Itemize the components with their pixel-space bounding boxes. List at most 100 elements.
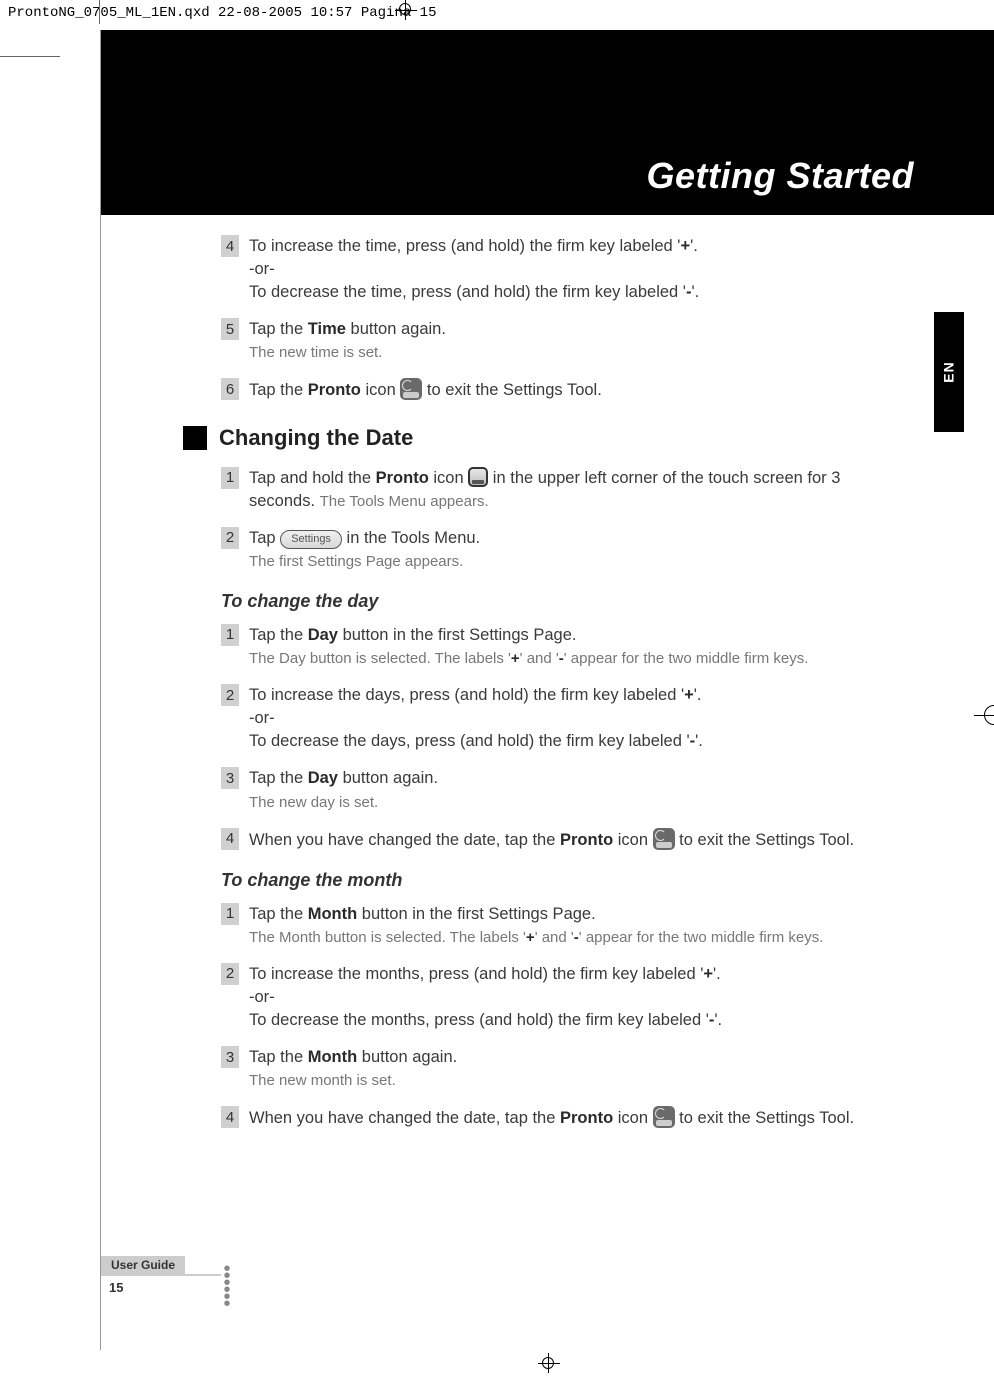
text: '.	[714, 1011, 722, 1029]
text: button in the first Settings Page.	[357, 905, 595, 923]
step-body: Tap and hold the Pronto icon in the uppe…	[249, 467, 904, 513]
text: Pronto	[376, 469, 429, 487]
text: To increase the months, press (and hold)…	[249, 965, 703, 983]
text: Tap the	[249, 320, 308, 338]
step-number: 4	[221, 828, 239, 850]
text: ' appear for the two middle firm keys.	[564, 650, 809, 667]
text: +	[511, 650, 520, 667]
text: '.	[694, 686, 702, 704]
text: The Day button is selected. The labels '	[249, 650, 511, 667]
step-number: 4	[221, 1106, 239, 1128]
text: to exit the Settings Tool.	[675, 831, 854, 849]
text: To decrease the months, press (and hold)…	[249, 1011, 709, 1029]
step-body: To increase the days, press (and hold) t…	[249, 684, 703, 753]
text: Tap the	[249, 381, 308, 399]
text: '.	[691, 283, 699, 301]
step: 4 When you have changed the date, tap th…	[221, 828, 904, 852]
step: 3 Tap the Day button again. The new day …	[221, 767, 904, 813]
page-number: 15	[109, 1280, 123, 1308]
subsection-heading: To change the day	[221, 591, 904, 612]
text: The new day is set.	[249, 794, 378, 811]
step-body: Tap the Pronto icon to exit the Settings…	[249, 378, 602, 402]
text: to exit the Settings Tool.	[422, 381, 601, 399]
text: ' and '	[520, 650, 559, 667]
subsection-heading: To change the month	[221, 870, 904, 891]
step-number: 5	[221, 318, 239, 340]
step-number: 2	[221, 527, 239, 549]
text: To decrease the time, press (and hold) t…	[249, 283, 686, 301]
crop-mark	[99, 0, 100, 24]
text: icon	[613, 831, 652, 849]
text: Tap the	[249, 769, 308, 787]
text: The Tools Menu appears.	[320, 493, 489, 510]
text: Day	[308, 769, 338, 787]
text: +	[526, 929, 535, 946]
step-body: Tap the Time button again. The new time …	[249, 318, 446, 364]
text: icon	[361, 381, 400, 399]
text: -or-	[249, 260, 275, 278]
language-tab-label: EN	[941, 361, 957, 382]
language-tab: EN	[934, 312, 964, 432]
step-number: 6	[221, 378, 239, 400]
step-number: 3	[221, 1046, 239, 1068]
step-body: Tap the Day button again. The new day is…	[249, 767, 438, 813]
text: Month	[308, 1048, 357, 1066]
step-body: Tap the Day button in the first Settings…	[249, 624, 808, 670]
text: '.	[713, 965, 721, 983]
step-body: To increase the time, press (and hold) t…	[249, 235, 699, 304]
text: Tap the	[249, 626, 308, 644]
step-body: Tap Settings in the Tools Menu. The firs…	[249, 527, 480, 573]
file-header-strip: ProntoNG_0705_ML_1EN.qxd 22-08-2005 10:5…	[0, 0, 994, 32]
text: Month	[308, 905, 357, 923]
text: '.	[690, 237, 698, 255]
step-number: 2	[221, 963, 239, 985]
text: When you have changed the date, tap the	[249, 1109, 560, 1127]
text: -or-	[249, 988, 275, 1006]
page-body: Getting Started EN 4 To increase the tim…	[100, 30, 994, 1378]
text: Tap the	[249, 905, 308, 923]
text: The new month is set.	[249, 1072, 396, 1089]
pronto-icon	[653, 828, 675, 850]
text: To increase the time, press (and hold) t…	[249, 237, 680, 255]
step: 1 Tap the Month button in the first Sett…	[221, 903, 904, 949]
step-number: 2	[221, 684, 239, 706]
text: ' and '	[535, 929, 574, 946]
settings-pill-icon: Settings	[280, 530, 342, 549]
text: To decrease the days, press (and hold) t…	[249, 732, 690, 750]
text: Time	[308, 320, 346, 338]
text: button again.	[346, 320, 446, 338]
text: Tap and hold the	[249, 469, 376, 487]
step-body: Tap the Month button again. The new mont…	[249, 1046, 457, 1092]
heading-bullet-icon	[183, 426, 207, 450]
step-body: To increase the months, press (and hold)…	[249, 963, 722, 1032]
step: 4 To increase the time, press (and hold)…	[221, 235, 904, 304]
step: 1 Tap the Day button in the first Settin…	[221, 624, 904, 670]
text: +	[680, 237, 690, 255]
step: 6 Tap the Pronto icon to exit the Settin…	[221, 378, 904, 402]
text: icon	[613, 1109, 652, 1127]
step: 3 Tap the Month button again. The new mo…	[221, 1046, 904, 1092]
text: icon	[429, 469, 468, 487]
step-number: 4	[221, 235, 239, 257]
banner: Getting Started	[101, 30, 994, 215]
step-number: 1	[221, 624, 239, 646]
section-heading: Changing the Date	[219, 425, 413, 451]
text: to exit the Settings Tool.	[675, 1109, 854, 1127]
pronto-icon	[400, 378, 422, 400]
step-number: 3	[221, 767, 239, 789]
step-number: 1	[221, 903, 239, 925]
text: button again.	[357, 1048, 457, 1066]
step-body: Tap the Month button in the first Settin…	[249, 903, 823, 949]
pronto-icon	[468, 467, 488, 487]
text: The first Settings Page appears.	[249, 553, 463, 570]
text: Pronto	[560, 1109, 613, 1127]
text: When you have changed the date, tap the	[249, 831, 560, 849]
step: 2 To increase the months, press (and hol…	[221, 963, 904, 1032]
step-number: 1	[221, 467, 239, 489]
footer: User Guide 15 ••••••	[101, 1256, 226, 1308]
step: 2 To increase the days, press (and hold)…	[221, 684, 904, 753]
step: 5 Tap the Time button again. The new tim…	[221, 318, 904, 364]
crop-mark	[0, 56, 60, 57]
text: button again.	[338, 769, 438, 787]
text: -or-	[249, 709, 275, 727]
